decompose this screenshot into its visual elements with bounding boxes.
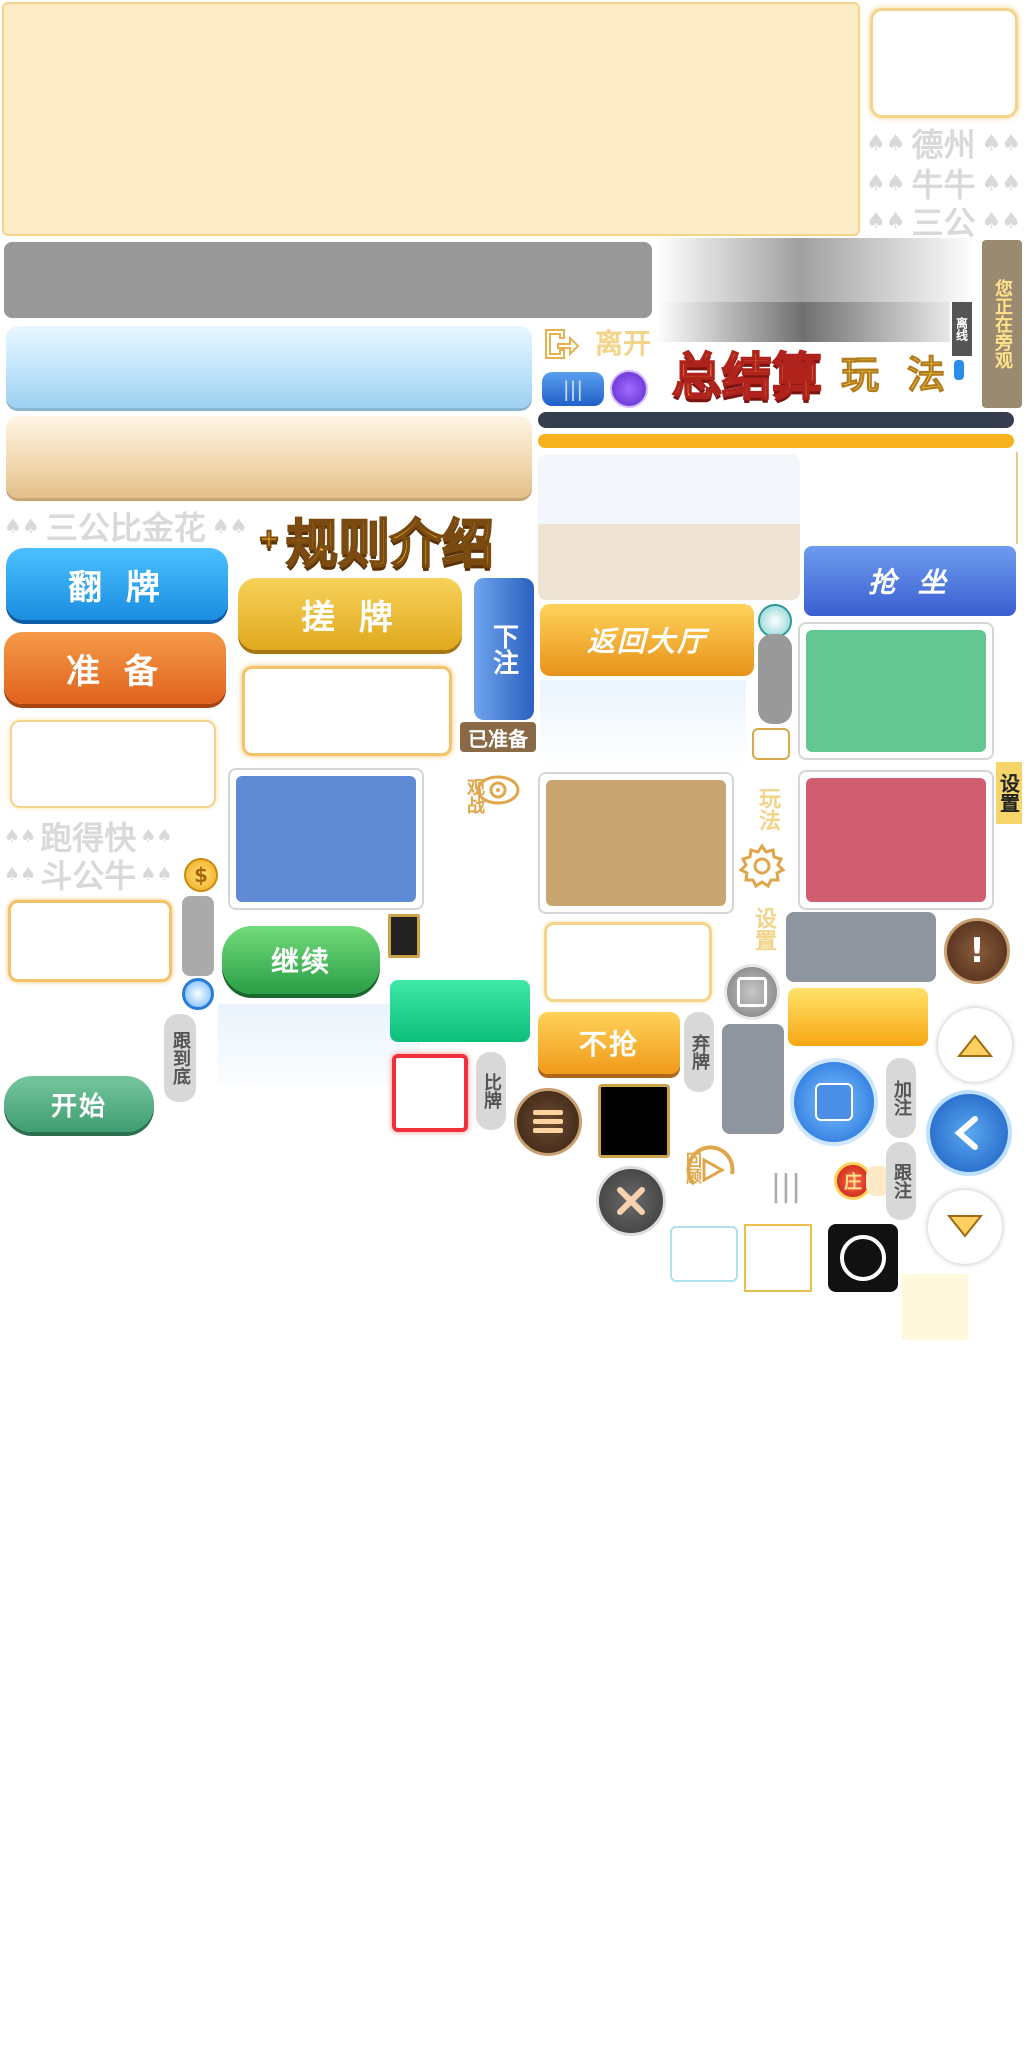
white-frame-small: [8, 900, 172, 982]
leave-label: 离开: [594, 327, 651, 360]
fold-label: 弃牌: [684, 1012, 714, 1092]
blue-round-button[interactable]: [790, 1058, 878, 1146]
frame-gold: [744, 1224, 812, 1292]
dark-chip: [388, 914, 420, 958]
card-face-blue: [236, 776, 416, 902]
gray-bar: [4, 242, 652, 318]
card-slot-red: [798, 770, 994, 910]
white-frame-low: [544, 922, 712, 1002]
rules-intro-title: + 规则介绍: [257, 514, 495, 576]
back-icon[interactable]: [926, 1090, 1012, 1176]
arrow-up-icon[interactable]: [938, 1008, 1012, 1082]
blue-dot: [954, 360, 964, 380]
play-label-b: 法: [906, 352, 945, 397]
continue-button[interactable]: 继续: [222, 926, 380, 994]
call-label: 跟注: [886, 1142, 916, 1220]
rub-card-button[interactable]: 搓 牌: [238, 578, 462, 650]
review-label: 回顾: [683, 1152, 702, 1184]
record-icon[interactable]: [752, 728, 790, 760]
grab-seat-button[interactable]: 抢 坐: [804, 546, 1016, 616]
watching-banner: 您正在旁观: [982, 240, 1022, 408]
black-ring-button[interactable]: [828, 1224, 898, 1292]
orange-button-blank[interactable]: [788, 988, 928, 1046]
orange-progress-bar: [538, 434, 1014, 448]
blue-bar: [6, 326, 532, 408]
settings-label-right: 设置: [996, 762, 1022, 824]
gameplay-label: 玩法: [755, 787, 780, 831]
chip-icon: [610, 370, 648, 408]
summary-title: 总结算: [671, 347, 823, 407]
card-slot-tan: [538, 772, 734, 914]
blue-chip-icon: [182, 978, 214, 1010]
light-blue-panel: [540, 680, 746, 768]
white-frame-top: [870, 8, 1018, 118]
arrow-down-icon[interactable]: [928, 1190, 1002, 1264]
label-douniuniu: ♠♠ 斗公牛 ♠♠: [4, 857, 173, 895]
ready-button[interactable]: 准 备: [4, 632, 226, 704]
card-face-tan: [546, 780, 726, 906]
label-paodekuai: ♠♠ 跑得快 ♠♠: [4, 819, 173, 857]
bars-icon: |||: [770, 1168, 802, 1204]
dark-progress-bar: [538, 412, 1014, 428]
spectate-label: 观战: [464, 778, 485, 814]
follow-end-label: 跟到底: [164, 1014, 196, 1102]
play-label-a: 玩: [840, 352, 879, 397]
beige-bar: [6, 416, 532, 498]
white-frame-middle: [10, 720, 216, 808]
back-lobby-button[interactable]: 返回大厅: [540, 604, 754, 676]
fade-strip-dark: [656, 302, 950, 342]
fade-strip-light: [656, 238, 976, 302]
alert-icon[interactable]: !: [944, 918, 1010, 984]
dollar-coin-icon: $: [184, 858, 218, 892]
menu-icon[interactable]: [514, 1088, 582, 1156]
black-square: [598, 1084, 670, 1158]
cream-square: [902, 1274, 968, 1340]
gear-icon[interactable]: [738, 842, 786, 890]
blue-round-inner: [815, 1083, 853, 1121]
card-slot-blue: [228, 768, 424, 910]
white-panel: [804, 452, 1018, 544]
flip-card-button[interactable]: 翻 牌: [6, 548, 228, 620]
card-face-red: [806, 778, 986, 902]
red-frame-box: [392, 1054, 468, 1132]
settings-label-vertical: 设置: [751, 907, 776, 951]
card-slot-green: [798, 622, 994, 760]
ring: [840, 1235, 886, 1281]
green-button-blank[interactable]: [390, 980, 530, 1042]
record-inner: [737, 977, 767, 1007]
bet-button[interactable]: 下注: [474, 578, 534, 720]
exit-icon[interactable]: [540, 324, 580, 364]
light-panel: [538, 454, 800, 600]
no-grab-button[interactable]: 不抢: [538, 1012, 680, 1074]
gray-bubble: [722, 1024, 784, 1134]
chip-icon-small: [758, 604, 792, 638]
gray-vertical-bar: [182, 896, 214, 976]
cream-panel: [2, 2, 860, 236]
label-sangong: ♠♠ 三公 ♠♠: [866, 204, 1021, 242]
ready-tag: 已准备: [460, 722, 536, 752]
gray-box-button[interactable]: [786, 912, 936, 982]
label-sangong-jinhua: ♠♠ 三公比金花 ♠♠: [4, 509, 248, 547]
white-frame-gold: [242, 666, 452, 756]
compare-label: 比牌: [476, 1052, 506, 1130]
close-icon[interactable]: [596, 1166, 666, 1236]
label-dezhou: ♠♠ 德州 ♠♠: [866, 126, 1021, 164]
card-face-green: [806, 630, 986, 752]
start-button[interactable]: 开始: [4, 1076, 154, 1132]
blue-toggle-pill[interactable]: |||: [542, 372, 604, 406]
record-round-icon[interactable]: [724, 964, 780, 1020]
raise-label: 加注: [886, 1058, 916, 1138]
frame-light-blue: [670, 1226, 738, 1282]
offline-tag: 离线: [952, 302, 972, 356]
gray-slim-bar: [758, 634, 792, 724]
